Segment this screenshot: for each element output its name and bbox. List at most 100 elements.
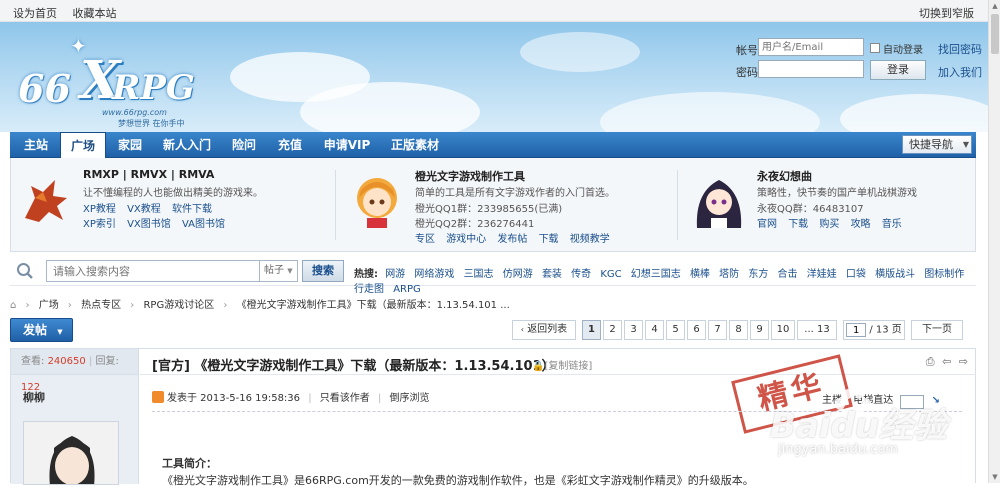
quick-nav-button[interactable]: 快捷导航 ▼: [902, 135, 972, 154]
divider: [677, 170, 678, 240]
copy-link[interactable]: 🔒[复制链接]: [532, 357, 592, 372]
logo-name: RPG: [112, 68, 195, 108]
scrollbar-thumb[interactable]: [991, 14, 999, 54]
hot-search-link[interactable]: 套装: [542, 269, 562, 280]
scrollbar[interactable]: ▲ ▼: [988, 0, 1000, 483]
link-game-center[interactable]: 游戏中心: [446, 234, 486, 245]
post-time: 发表于 2013-5-16 19:58:36: [167, 393, 301, 404]
hot-search-link[interactable]: 合击: [778, 269, 798, 280]
account-input[interactable]: [758, 38, 864, 56]
hot-search-link[interactable]: 网络游戏: [414, 269, 454, 280]
hot-search-link[interactable]: 仿网游: [503, 269, 533, 280]
avatar-image: [24, 422, 118, 484]
page-link[interactable]: 4: [645, 320, 664, 340]
prev-thread-icon[interactable]: ⇦: [942, 355, 951, 368]
link-purchase[interactable]: 购买: [819, 219, 839, 230]
password-input[interactable]: [758, 60, 864, 78]
hot-search-link[interactable]: 洋娃娃: [807, 269, 837, 280]
home-icon[interactable]: ⌂: [10, 300, 16, 311]
hot-search-link[interactable]: 行走图: [354, 284, 384, 295]
nav-item-ask[interactable]: 险问: [222, 132, 266, 158]
page-link[interactable]: 6: [687, 320, 706, 340]
hot-search-link[interactable]: 东方: [748, 269, 768, 280]
page-link[interactable]: 8: [729, 320, 748, 340]
page-link[interactable]: 3: [624, 320, 643, 340]
hot-search-label: 热搜:: [354, 269, 378, 280]
post-button-label: 发帖: [23, 323, 48, 337]
link-software-download[interactable]: 软件下载: [172, 204, 212, 215]
link-official-site[interactable]: 官网: [757, 219, 777, 230]
hot-search-link[interactable]: 图标制作: [924, 269, 964, 280]
hot-search-link[interactable]: 网游: [385, 269, 405, 280]
next-page-button[interactable]: 下一页: [911, 320, 963, 340]
breadcrumb-item[interactable]: RPG游戏讨论区: [143, 300, 214, 311]
scroll-down-icon[interactable]: ▼: [989, 473, 1000, 481]
hot-search-link[interactable]: ARPG: [393, 284, 421, 295]
hot-search-link[interactable]: 传奇: [571, 269, 591, 280]
hot-search-link[interactable]: 横版战斗: [875, 269, 915, 280]
scroll-up-icon[interactable]: ▲: [989, 2, 1000, 10]
nav-item-plaza[interactable]: 广场: [60, 132, 106, 159]
featured-title: RMXP | RMVX | RMVA: [83, 168, 215, 181]
page-link[interactable]: 10: [771, 320, 795, 340]
search-type-select[interactable]: 帖子 ▼: [260, 260, 298, 282]
link-music[interactable]: 音乐: [882, 219, 902, 230]
hot-search-link[interactable]: KGC: [600, 269, 621, 280]
login-button[interactable]: 登录: [870, 60, 926, 80]
link-download[interactable]: 下载: [539, 234, 559, 245]
hot-search-link[interactable]: 幻想三国志: [631, 269, 681, 280]
reverse-order-link[interactable]: 倒序浏览: [390, 393, 430, 404]
page-link[interactable]: ... 13: [797, 320, 837, 340]
search-button[interactable]: 搜索: [302, 260, 344, 282]
avatar[interactable]: [23, 421, 119, 485]
nav-item-recharge[interactable]: 充值: [268, 132, 312, 158]
page-link[interactable]: 7: [708, 320, 727, 340]
page-link[interactable]: 9: [750, 320, 769, 340]
link-guide[interactable]: 攻略: [851, 219, 871, 230]
search-icon: [17, 263, 33, 279]
post-button[interactable]: 发帖 ▼: [10, 318, 73, 342]
next-thread-icon[interactable]: ⇨: [959, 355, 968, 368]
breadcrumb-item[interactable]: 广场: [39, 300, 59, 311]
print-icon[interactable]: ⎙: [926, 355, 935, 368]
link-publish[interactable]: 发布帖: [497, 234, 527, 245]
page-link[interactable]: 5: [666, 320, 685, 340]
hot-search-link[interactable]: 塔防: [719, 269, 739, 280]
link-video-tutorial[interactable]: 视频教学: [570, 234, 610, 245]
breadcrumb-item[interactable]: 热点专区: [81, 300, 121, 311]
page-link[interactable]: 1: [582, 320, 601, 340]
join-link[interactable]: 加入我们: [938, 64, 982, 80]
search-input[interactable]: [46, 260, 260, 282]
page-link[interactable]: 2: [603, 320, 622, 340]
set-home-link[interactable]: 设为首页: [13, 7, 57, 20]
nav-item-newbie[interactable]: 新人入门: [154, 132, 220, 158]
featured-links: 官网 下载 购买 攻略 音乐: [757, 215, 910, 230]
link-xp-index[interactable]: XP索引: [83, 219, 116, 230]
nav-item-homeland[interactable]: 家园: [108, 132, 152, 158]
hot-search-link[interactable]: 口袋: [846, 269, 866, 280]
nav-item-home[interactable]: 主站: [14, 132, 58, 158]
auto-login-checkbox[interactable]: [870, 43, 880, 53]
nav-item-vip[interactable]: 申请VIP: [314, 132, 380, 158]
intro-heading: 工具简介：: [162, 457, 217, 470]
link-vx-tutorial[interactable]: VX教程: [127, 204, 161, 215]
find-password-link[interactable]: 找回密码: [938, 41, 982, 57]
link-zone[interactable]: 专区: [415, 234, 435, 245]
hot-search-link[interactable]: 三国志: [464, 269, 494, 280]
page-total: / 13 页: [869, 324, 902, 336]
nav-item-assets[interactable]: 正版素材: [382, 132, 448, 158]
link-xp-tutorial[interactable]: XP教程: [83, 204, 116, 215]
site-logo[interactable]: ✦ 66 X RPG www.66rpg.com 梦想世界 在你手中: [14, 30, 214, 128]
meta-divider: |: [377, 393, 382, 404]
link-va-library[interactable]: VA图书馆: [182, 219, 225, 230]
bookmark-link[interactable]: 收藏本站: [73, 7, 117, 20]
hot-search-link[interactable]: 横棒: [690, 269, 710, 280]
switch-width-link[interactable]: 切换到窄版: [919, 5, 974, 21]
link-download[interactable]: 下载: [788, 219, 808, 230]
page-jump-input[interactable]: [846, 323, 867, 337]
breadcrumb-item[interactable]: 《橙光文字游戏制作工具》下载（最新版本：1.13.54.101 ...: [237, 300, 510, 311]
account-label: 帐号: [736, 44, 758, 57]
link-vx-library[interactable]: VX图书馆: [127, 219, 171, 230]
back-to-list-button[interactable]: ‹ 返回列表: [512, 320, 576, 340]
only-author-link[interactable]: 只看该作者: [320, 393, 370, 404]
